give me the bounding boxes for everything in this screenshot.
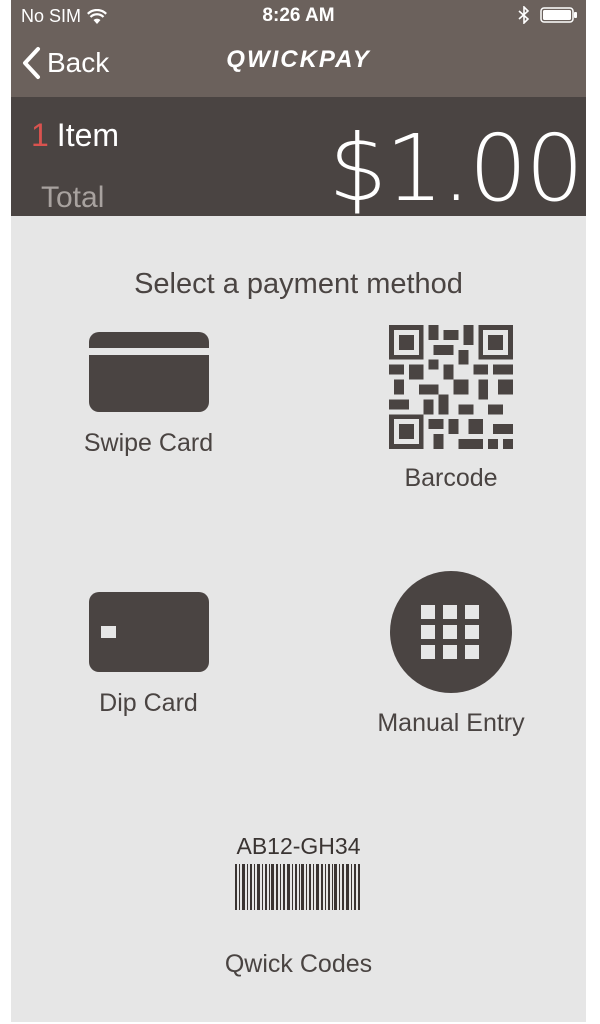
barcode-icon <box>235 864 360 910</box>
swipe-card-icon <box>88 332 209 412</box>
item-count: 1 <box>31 117 49 153</box>
total-label: Total <box>41 181 105 214</box>
navigation-bar: Back QWICKPAY <box>11 30 586 97</box>
barcode-label: Barcode <box>404 464 498 492</box>
battery-icon <box>540 7 577 23</box>
order-summary: 1 Item Total $1.00 <box>11 97 586 222</box>
swipe-card-option[interactable]: Swipe Card <box>61 330 236 458</box>
total-amount: $1.00 <box>328 115 584 222</box>
dip-card-label: Dip Card <box>99 689 198 717</box>
manual-entry-label: Manual Entry <box>377 709 525 737</box>
dip-card-option[interactable]: Dip Card <box>61 590 236 718</box>
qwick-codes-button[interactable]: Qwick Codes <box>11 950 586 979</box>
keypad-icon <box>390 571 512 693</box>
item-label: Item <box>56 117 120 153</box>
bluetooth-icon <box>518 6 530 24</box>
status-bar: No SIM 8:26 AM <box>11 0 586 30</box>
item-line: 1 Item <box>31 117 119 154</box>
barcode-option[interactable]: Barcode <box>351 325 551 493</box>
qr-code-icon <box>389 325 513 449</box>
qwick-code-value: AB12-GH34 <box>236 833 361 859</box>
app-logo: QWICKPAY <box>226 46 371 73</box>
clock: 8:26 AM <box>262 5 335 26</box>
payment-prompt: Select a payment method <box>134 268 463 300</box>
app-screen: No SIM 8:26 AM Back QWICKPAY 1 Item Tota… <box>11 0 586 1022</box>
manual-entry-option[interactable]: Manual Entry <box>351 570 551 738</box>
chip-card-icon <box>88 592 209 672</box>
swipe-card-label: Swipe Card <box>83 429 214 457</box>
